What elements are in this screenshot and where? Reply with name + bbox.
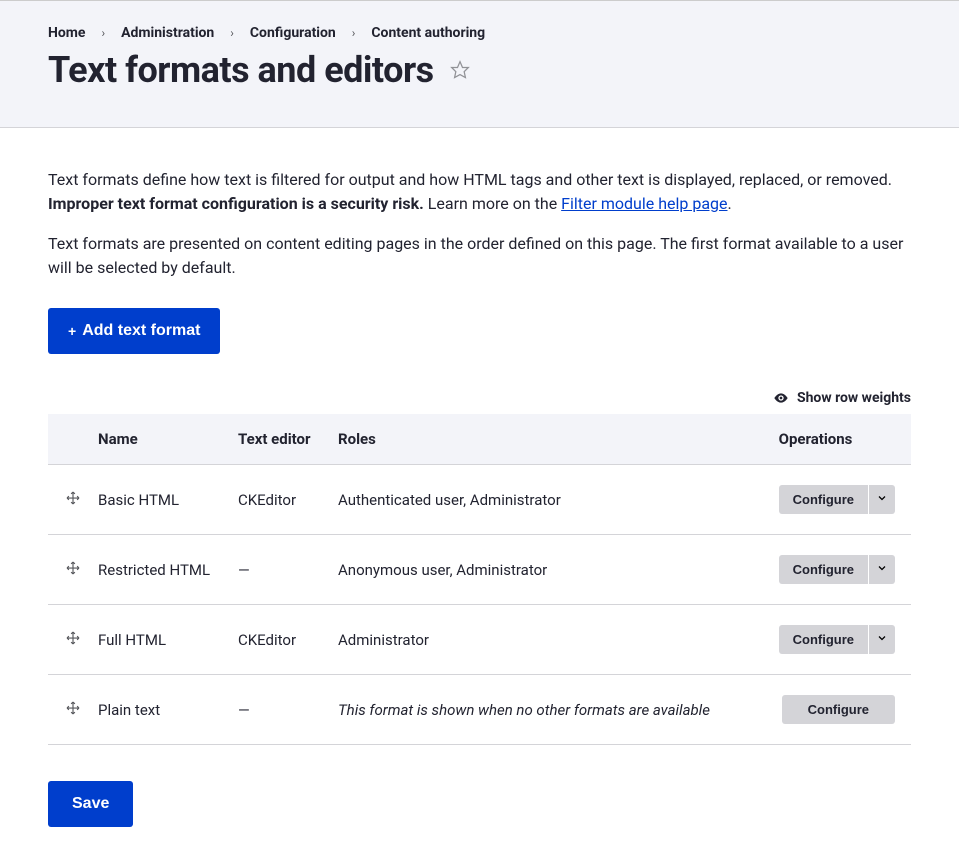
intro-warning: Improper text format configuration is a …: [48, 194, 424, 213]
format-name: Basic HTML: [90, 465, 230, 535]
col-header-roles: Roles: [330, 414, 771, 465]
configure-button[interactable]: Configure: [779, 625, 868, 654]
table-row: Restricted HTML—Anonymous user, Administ…: [48, 535, 911, 605]
breadcrumb-home[interactable]: Home: [48, 25, 85, 41]
filter-help-link[interactable]: Filter module help page: [561, 194, 727, 213]
eye-icon: [773, 390, 789, 406]
add-text-format-button[interactable]: + Add text format: [48, 308, 220, 354]
format-editor: CKEditor: [230, 465, 330, 535]
intro-paragraph-2: Text formats are presented on content ed…: [48, 232, 911, 280]
format-ops: Configure: [771, 465, 911, 535]
col-header-name: Name: [90, 414, 230, 465]
configure-button[interactable]: Configure: [779, 555, 868, 584]
format-editor: —: [230, 535, 330, 605]
col-header-handle: [48, 414, 90, 465]
format-roles: Administrator: [330, 605, 771, 675]
intro-text-3: .: [728, 194, 732, 213]
format-editor: —: [230, 675, 330, 745]
intro-text-2: Learn more on the: [424, 194, 561, 213]
chevron-right-icon: ›: [101, 26, 105, 40]
breadcrumb-content[interactable]: Content authoring: [371, 25, 485, 41]
drag-handle-icon[interactable]: [64, 699, 82, 717]
drag-handle-icon[interactable]: [64, 489, 82, 507]
format-editor: CKEditor: [230, 605, 330, 675]
show-weights-label: Show row weights: [797, 390, 911, 406]
table-row: Full HTMLCKEditorAdministrator Configure: [48, 605, 911, 675]
chevron-right-icon: ›: [230, 26, 234, 40]
format-ops: Configure: [771, 675, 911, 745]
configure-button[interactable]: Configure: [782, 695, 895, 724]
drag-handle-icon[interactable]: [64, 629, 82, 647]
dropdown-caret-button[interactable]: [868, 485, 895, 514]
intro-text: Text formats define how text is filtered…: [48, 168, 911, 280]
show-row-weights-toggle[interactable]: Show row weights: [48, 390, 911, 406]
col-header-ops: Operations: [771, 414, 911, 465]
add-button-label: Add text format: [82, 322, 200, 340]
save-button[interactable]: Save: [48, 781, 133, 827]
page-title: Text formats and editors: [48, 49, 434, 91]
table-row: Basic HTMLCKEditorAuthenticated user, Ad…: [48, 465, 911, 535]
format-ops: Configure: [771, 605, 911, 675]
configure-button[interactable]: Configure: [779, 485, 868, 514]
breadcrumb-admin[interactable]: Administration: [121, 25, 214, 41]
format-name: Full HTML: [90, 605, 230, 675]
format-roles: This format is shown when no other forma…: [330, 675, 771, 745]
format-name: Plain text: [90, 675, 230, 745]
star-icon[interactable]: [450, 60, 470, 80]
drag-handle-icon[interactable]: [64, 559, 82, 577]
col-header-editor: Text editor: [230, 414, 330, 465]
dropdown-caret-button[interactable]: [868, 555, 895, 584]
chevron-down-icon: [876, 492, 888, 507]
intro-text-1: Text formats define how text is filtered…: [48, 170, 892, 189]
dropdown-caret-button[interactable]: [868, 625, 895, 654]
table-row: Plain text—This format is shown when no …: [48, 675, 911, 745]
format-roles: Anonymous user, Administrator: [330, 535, 771, 605]
format-name: Restricted HTML: [90, 535, 230, 605]
chevron-down-icon: [876, 632, 888, 647]
formats-table: Name Text editor Roles Operations Basic …: [48, 414, 911, 745]
format-ops: Configure: [771, 535, 911, 605]
plus-icon: +: [68, 323, 76, 339]
chevron-down-icon: [876, 562, 888, 577]
format-roles: Authenticated user, Administrator: [330, 465, 771, 535]
breadcrumb-config[interactable]: Configuration: [250, 25, 336, 41]
chevron-right-icon: ›: [352, 26, 356, 40]
breadcrumb: Home › Administration › Configuration › …: [48, 25, 911, 41]
